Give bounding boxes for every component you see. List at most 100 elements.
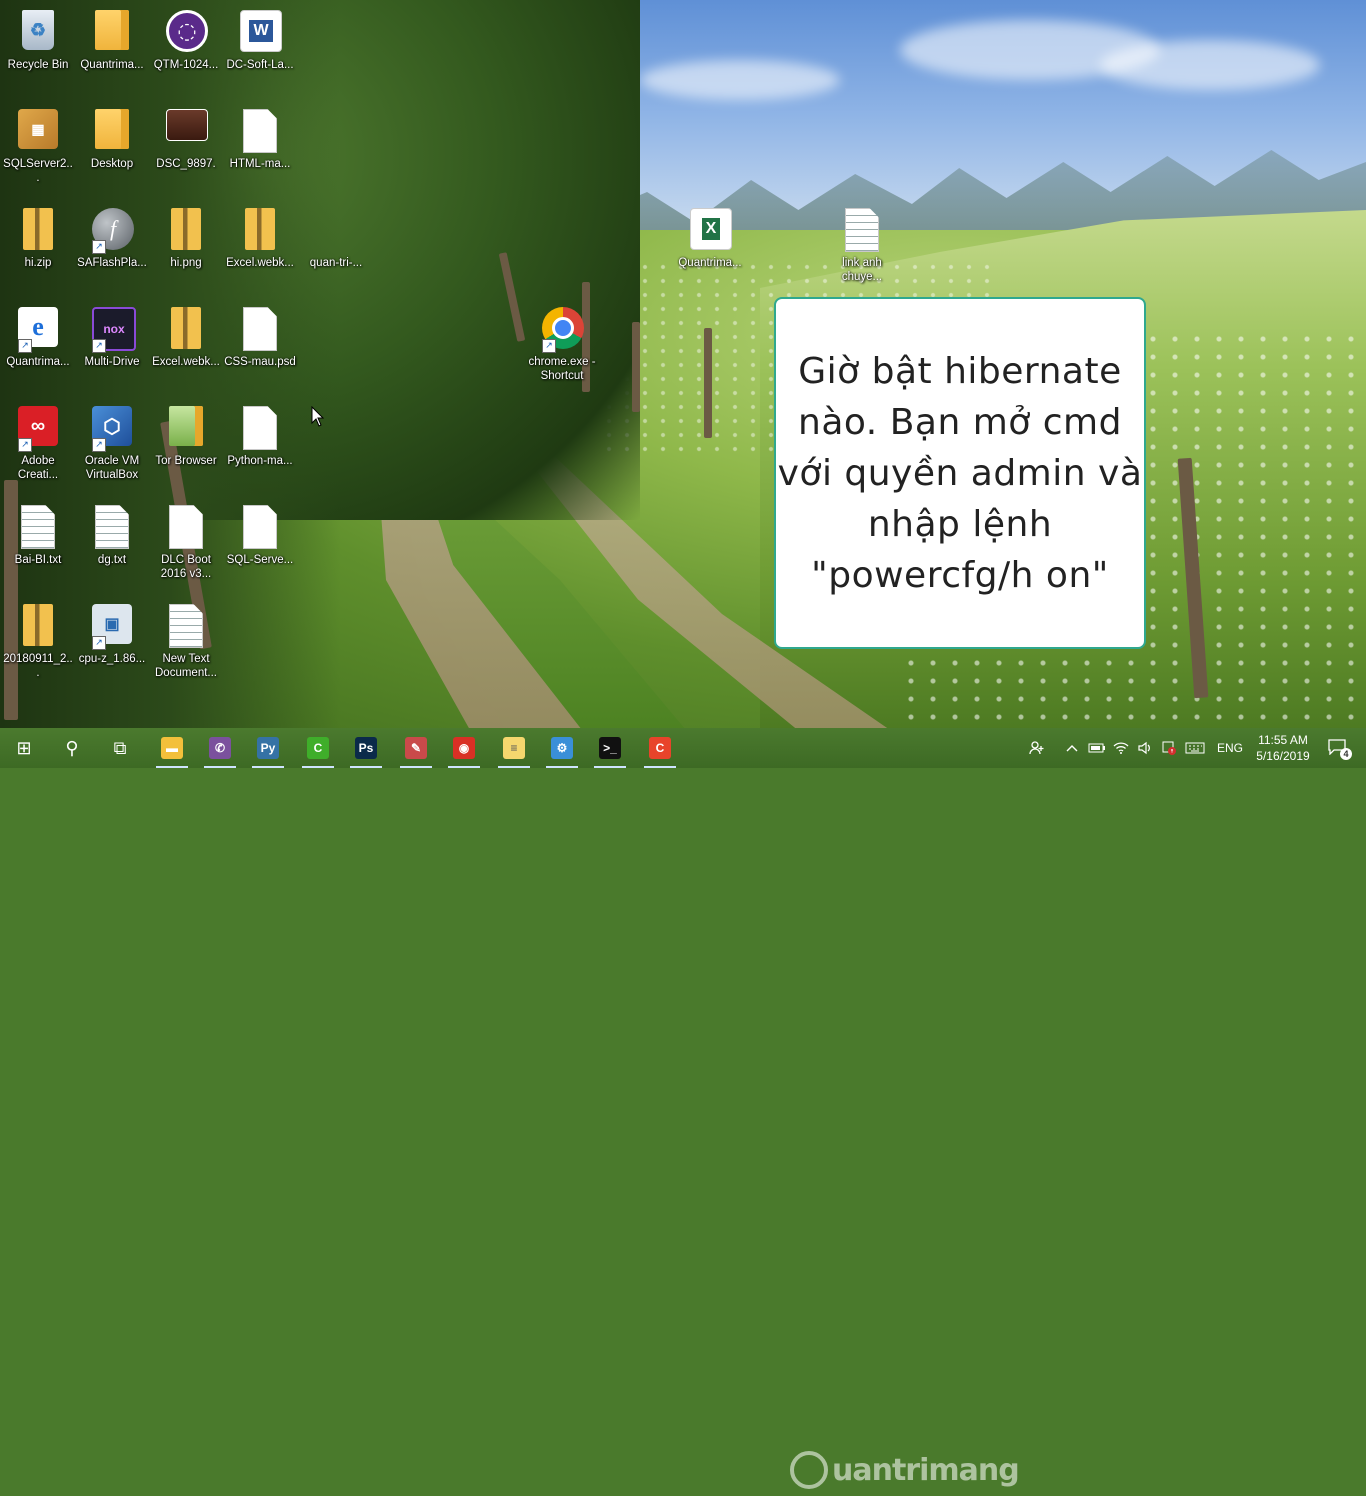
- action-center-button[interactable]: 4: [1318, 728, 1358, 768]
- desktop-icon-link-anh[interactable]: link anh chuye...: [824, 202, 900, 294]
- flash-icon: f ↗: [92, 208, 134, 254]
- desktop-icon-quantrimang-folder[interactable]: Quantrima...: [74, 4, 150, 96]
- docfolder-icon: [92, 10, 132, 56]
- taskbar-network-tool-button[interactable]: ⚙: [538, 728, 586, 768]
- desktop-icon-multi-drive[interactable]: nox ↗ Multi-Drive: [74, 301, 150, 393]
- installer-icon: ▦: [18, 109, 58, 155]
- desktop-icon-label: chrome.exe - Shortcut: [528, 356, 596, 382]
- chevron-up-icon[interactable]: [1062, 728, 1082, 768]
- desktop-icon-label: Adobe Creati...: [17, 455, 59, 481]
- taskbar-cmd-button[interactable]: >_: [586, 728, 634, 768]
- camtasia-icon: C: [307, 737, 329, 759]
- desktop-icon-desktop-folder[interactable]: Desktop: [74, 103, 150, 195]
- taskbar-camtasia-recorder-button[interactable]: C: [636, 728, 684, 768]
- file-icon: [240, 505, 280, 551]
- battery-icon[interactable]: [1086, 728, 1108, 768]
- desktop-icon-dlc-boot[interactable]: DLC Boot 2016 v3...: [148, 499, 224, 591]
- txt-icon: [842, 208, 882, 254]
- keyboard-icon[interactable]: [1182, 728, 1208, 768]
- taskbar-file-explorer-button[interactable]: ▬: [148, 728, 196, 768]
- desktop-icon-cpu-z[interactable]: ▣ ↗ cpu-z_1.86...: [74, 598, 150, 690]
- txt-icon: [166, 604, 206, 650]
- taskbar-chrome-button[interactable]: ◉: [440, 728, 488, 768]
- zip-icon: [166, 307, 206, 353]
- desktop-icon-quantrimang-excel[interactable]: X Quantrima...: [672, 202, 748, 294]
- desktop-icon-oracle-vm[interactable]: ⬡ ↗ Oracle VM VirtualBox: [74, 400, 150, 492]
- shortcut-arrow-icon: ↗: [92, 438, 106, 452]
- network-tool-icon: ⚙: [551, 737, 573, 759]
- desktop-icon-zip-20180911[interactable]: 20180911_2...: [0, 598, 76, 690]
- desktop-icon-saflashplayer[interactable]: f ↗ SAFlashPla...: [74, 202, 150, 294]
- taskbar-photoshop-button[interactable]: Ps: [342, 728, 390, 768]
- taskbar-paint-button[interactable]: ✎: [392, 728, 440, 768]
- people-icon[interactable]: [1026, 728, 1048, 768]
- desktop-icon-label: Bai-BI.txt: [14, 554, 62, 566]
- cpuz-icon: ▣ ↗: [92, 604, 132, 650]
- desktop-icon-label: Quantrima...: [678, 257, 742, 269]
- system-clock[interactable]: 11:55 AM 5/16/2019: [1248, 732, 1318, 764]
- desktop-icon-chrome-shortcut[interactable]: ↗ chrome.exe - Shortcut: [524, 301, 600, 393]
- desktop-icon-label: Excel.webk...: [152, 356, 220, 368]
- desktop-icon-qtm-1024[interactable]: ◌ QTM-1024...: [148, 4, 224, 96]
- desktop-icon-css-mau[interactable]: CSS-mau.psd: [222, 301, 298, 393]
- volume-icon[interactable]: [1134, 728, 1156, 768]
- desktop-icon-quantrimang-ie[interactable]: e ↗ Quantrima...: [0, 301, 76, 393]
- taskbar-viber-button[interactable]: ✆: [196, 728, 244, 768]
- desktop-icon-recycle-bin[interactable]: ♻ Recycle Bin: [0, 4, 76, 96]
- taskbar-task-view-button[interactable]: ⧉: [96, 728, 144, 768]
- desktop-icon-tor-browser[interactable]: Tor Browser: [148, 400, 224, 492]
- desktop-icon-hi-zip[interactable]: hi.zip: [0, 202, 76, 294]
- recycle-icon: ♻: [18, 10, 58, 56]
- desktop-icon-python-ma[interactable]: Python-ma...: [222, 400, 298, 492]
- desktop-icon-adobe-creative[interactable]: ∞ ↗ Adobe Creati...: [0, 400, 76, 492]
- taskbar-start-button[interactable]: ⊞: [0, 728, 48, 768]
- desktop-icon-label: SQL-Serve...: [226, 554, 294, 566]
- zip-icon: [240, 208, 280, 254]
- desktop-icon-excel-webk-2[interactable]: Excel.webk...: [148, 301, 224, 393]
- blank-icon: [316, 208, 356, 254]
- paint-icon: ✎: [405, 737, 427, 759]
- python-icon: Py: [257, 737, 279, 759]
- desktop-icon-hi-png[interactable]: hi.png: [148, 202, 224, 294]
- desktop-icon-label: Oracle VM VirtualBox: [84, 455, 140, 481]
- taskbar-notes-button[interactable]: ≡: [490, 728, 538, 768]
- photoshop-icon: Ps: [355, 737, 377, 759]
- desktop-icon-dc-soft[interactable]: W DC-Soft-La...: [222, 4, 298, 96]
- desktop-icon-label: CSS-mau.psd: [224, 356, 296, 368]
- desktop-icon-new-text-doc[interactable]: New Text Document...: [148, 598, 224, 690]
- desktop-icon-label: quan-tri-...: [309, 257, 363, 269]
- desktop-icon-label: Quantrima...: [80, 59, 144, 71]
- desktop-icon-dg-txt[interactable]: dg.txt: [74, 499, 150, 591]
- desktop-icon-label: Python-ma...: [227, 455, 293, 467]
- security-alert-icon[interactable]: [1158, 728, 1180, 768]
- wallpaper-fence-post: [704, 328, 712, 438]
- desktop-icon-dsc-9897[interactable]: DSC_9897.: [148, 103, 224, 195]
- taskbar-python-button[interactable]: Py: [244, 728, 292, 768]
- desktop-icon-quan-tri[interactable]: quan-tri-...: [298, 202, 374, 294]
- taskbar: ⊞ ⚲ ⧉ ▬ ✆ Py C Ps ✎ ◉ ≡ ⚙ >_ C uantrimang ENG 11:55 A…: [0, 728, 1366, 1489]
- taskbar-camtasia-button[interactable]: C: [294, 728, 342, 768]
- desktop-icon-label: QTM-1024...: [153, 59, 219, 71]
- file-icon: [166, 505, 206, 551]
- notification-icon: 4: [1328, 739, 1352, 760]
- desktop-icon-label: dg.txt: [97, 554, 127, 566]
- desktop-icon-label: link anh chuye...: [841, 257, 883, 283]
- txt-icon: [18, 505, 58, 551]
- clock-time: 11:55 AM: [1258, 733, 1308, 747]
- zip-icon: [166, 208, 206, 254]
- chrome-icon: ↗: [542, 307, 584, 353]
- desktop-icon-sql-serve[interactable]: SQL-Serve...: [222, 499, 298, 591]
- quantrimang-watermark: uantrimang: [790, 1444, 1020, 1496]
- desktop-icon-sqlserver[interactable]: ▦ SQLServer2...: [0, 103, 76, 195]
- taskbar-search-button[interactable]: ⚲: [48, 728, 96, 768]
- zip-icon: [18, 208, 58, 254]
- nox-icon: nox ↗: [92, 307, 136, 353]
- desktop-icon-html-ma[interactable]: HTML-ma...: [222, 103, 298, 195]
- chrome-icon: ◉: [453, 737, 475, 759]
- language-indicator[interactable]: ENG: [1212, 728, 1248, 768]
- docfolder-icon: [92, 109, 132, 155]
- adobe-icon: ∞ ↗: [18, 406, 58, 452]
- wifi-icon[interactable]: [1110, 728, 1132, 768]
- desktop-icon-excel-webk-1[interactable]: Excel.webk...: [222, 202, 298, 294]
- desktop-icon-bai-bi[interactable]: Bai-BI.txt: [0, 499, 76, 591]
